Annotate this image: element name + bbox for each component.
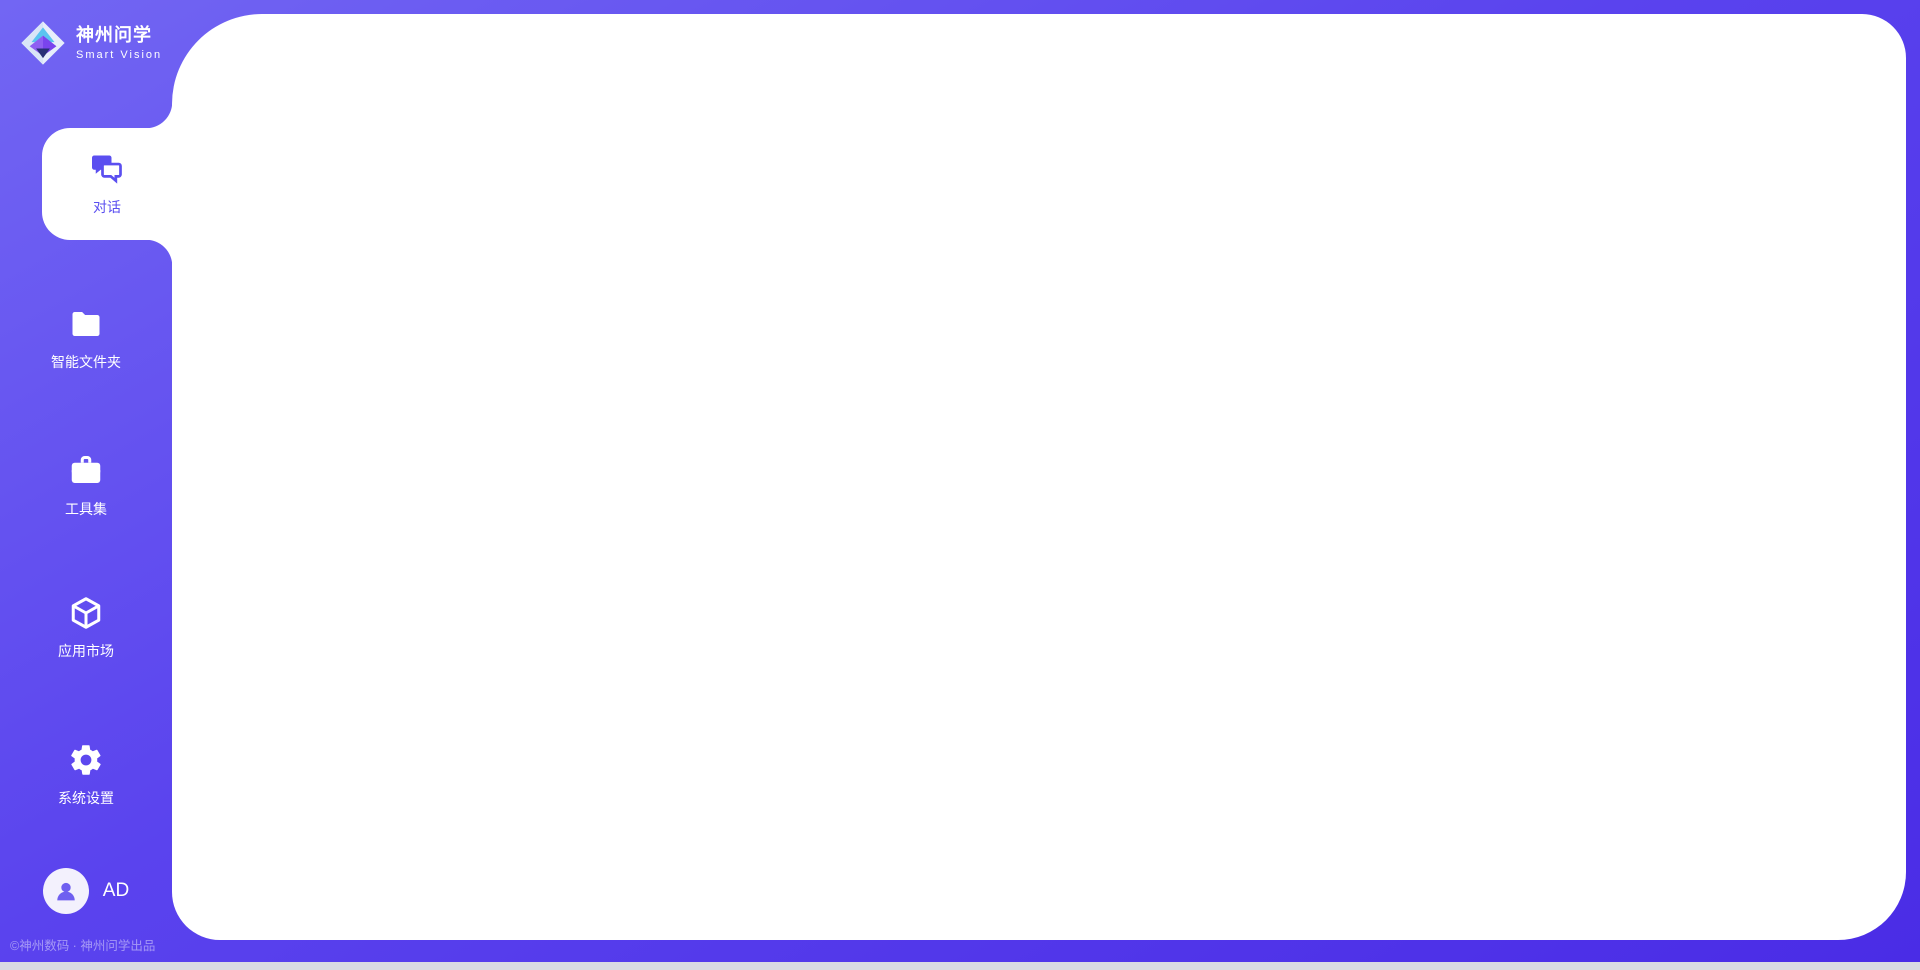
copyright-text: ©神州数码 · 神州问学出品 (10, 935, 155, 954)
gear-icon (68, 742, 104, 778)
cube-icon (68, 595, 104, 631)
sidebar-item-settings[interactable]: 系统设置 (0, 719, 172, 831)
sidebar-item-label: 工具集 (65, 499, 107, 519)
page-bottom-strip (0, 962, 1920, 970)
avatar (43, 868, 89, 914)
sidebar-item-label: 应用市场 (58, 641, 114, 661)
brand-diamond-logo-icon (20, 20, 66, 66)
sidebar-item-toolbox[interactable]: 工具集 (0, 430, 172, 542)
chat-icon (89, 151, 125, 187)
sidebar-item-smart-folder[interactable]: 智能文件夹 (0, 283, 172, 395)
brand-subtitle: Smart Vision (76, 49, 162, 62)
brand-title: 神州问学 (76, 25, 162, 46)
toolbox-icon (68, 453, 104, 489)
brand: 神州问学 Smart Vision (0, 0, 172, 66)
sidebar-item-app-market[interactable]: 应用市场 (0, 572, 172, 684)
sidebar-item-label: 对话 (93, 197, 121, 217)
person-icon (52, 877, 80, 905)
main-content-panel (172, 14, 1906, 940)
user-account[interactable]: AD (0, 868, 172, 914)
folder-icon (68, 306, 104, 342)
sidebar-item-chat[interactable]: 对话 (42, 128, 172, 240)
sidebar: 神州问学 Smart Vision 对话 智能文件夹 工具集 (0, 0, 172, 970)
sidebar-item-label: 系统设置 (58, 788, 114, 808)
sidebar-item-label: 智能文件夹 (51, 352, 121, 372)
user-name: AD (103, 880, 129, 902)
